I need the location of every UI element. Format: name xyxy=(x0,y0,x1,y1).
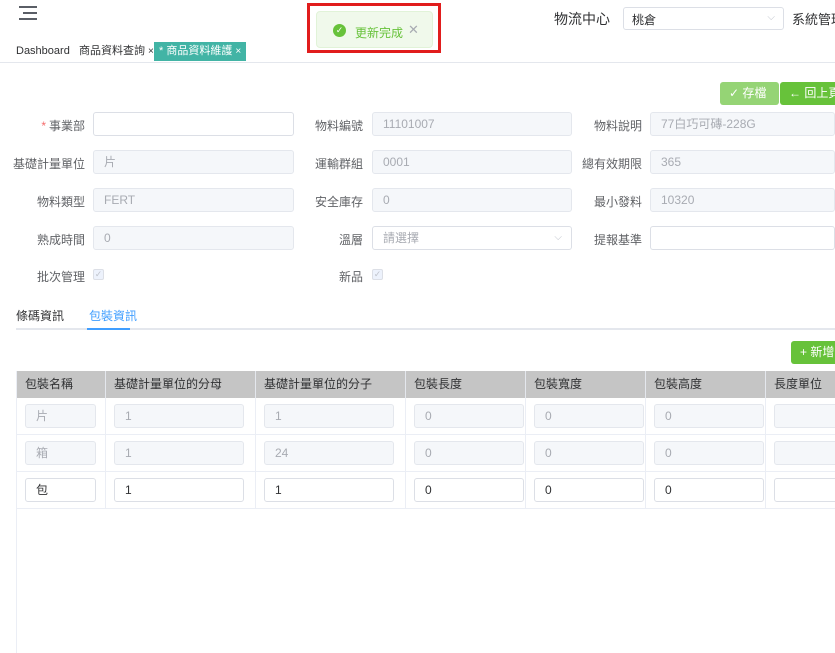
report-basis-label: 提報基準 xyxy=(593,233,642,247)
division-label: * 事業部 xyxy=(41,119,85,133)
toast-message: 更新完成 xyxy=(355,26,404,40)
material-no-label: 物料編號 xyxy=(314,119,363,133)
column-header: 基礎計量單位的分子 xyxy=(256,371,406,398)
material-type-input: FERT xyxy=(93,188,294,212)
warehouse-select-value: 桃倉 xyxy=(632,13,657,27)
tag-product-query-label: 商品資料查詢 xyxy=(79,45,145,57)
new-product-label: 新品 xyxy=(338,270,363,284)
safety-stock-label: 安全庫存 xyxy=(314,195,363,209)
package-name-input: 片 xyxy=(25,404,96,428)
tag-product-query[interactable]: 商品資料查詢 × xyxy=(74,42,159,61)
tab-active-indicator xyxy=(87,328,130,330)
add-row-button-label: 新增 xyxy=(810,345,835,359)
report-basis-input[interactable] xyxy=(650,226,835,250)
ripening-time-input: 0 xyxy=(93,226,294,250)
height-input: 0 xyxy=(654,441,764,465)
column-header: 包裝寬度 xyxy=(526,371,646,398)
width-input[interactable]: 0 xyxy=(534,478,644,502)
height-input: 0 xyxy=(654,404,764,428)
division-input[interactable] xyxy=(93,112,294,136)
tabs-divider xyxy=(16,328,835,330)
length-unit-input xyxy=(774,404,835,428)
material-type-label: 物料類型 xyxy=(36,195,85,209)
tag-close-icon[interactable]: × xyxy=(235,46,241,57)
total-shelf-life-input: 365 xyxy=(650,150,835,174)
chevron-down-icon: ⌵ xyxy=(767,12,775,23)
numerator-input: 1 xyxy=(264,404,394,428)
length-unit-input xyxy=(774,441,835,465)
package-name-input[interactable]: 包 xyxy=(25,478,96,502)
save-button-label: 存檔 xyxy=(742,86,767,100)
column-header: 基礎計量單位的分母 xyxy=(106,371,256,398)
add-row-button[interactable]: + 新增 xyxy=(791,341,835,364)
numerator-input: 24 xyxy=(264,441,394,465)
length-input[interactable]: 0 xyxy=(414,478,524,502)
back-button-label: 回上頁 xyxy=(804,86,835,100)
column-header: 包裝長度 xyxy=(406,371,526,398)
min-issue-input: 10320 xyxy=(650,188,835,212)
temperature-layer-select[interactable]: 請選擇 ⌵ xyxy=(372,226,572,250)
length-input: 0 xyxy=(414,441,524,465)
transport-group-input: 0001 xyxy=(372,150,572,174)
total-shelf-life-label: 總有效期限 xyxy=(581,157,642,171)
packaging-table: 包裝名稱 基礎計量單位的分母 基礎計量單位的分子 包裝長度 包裝寬度 包裝高度 … xyxy=(16,371,835,653)
denominator-input[interactable]: 1 xyxy=(114,478,244,502)
tag-dashboard-label: Dashboard xyxy=(16,45,70,57)
tab-barcode-info[interactable]: 條碼資訊 xyxy=(16,307,64,324)
column-header: 包裝高度 xyxy=(646,371,766,398)
column-header: 包裝名稱 xyxy=(17,371,106,398)
transport-group-label: 運輸群組 xyxy=(314,157,363,171)
warehouse-select[interactable]: 桃倉 ⌵ xyxy=(623,7,784,30)
tag-dashboard[interactable]: Dashboard xyxy=(11,42,75,61)
table-header: 包裝名稱 基礎計量單位的分母 基礎計量單位的分子 包裝長度 包裝寬度 包裝高度 … xyxy=(17,371,835,398)
plus-icon: + xyxy=(800,345,808,359)
table-row: 箱 1 24 0 0 0 xyxy=(17,435,835,472)
height-input[interactable]: 0 xyxy=(654,478,764,502)
min-issue-label: 最小發料 xyxy=(593,195,642,209)
length-input: 0 xyxy=(414,404,524,428)
success-toast: ✓ 更新完成 ✕ xyxy=(316,11,433,48)
ripening-time-label: 熟成時間 xyxy=(36,233,85,247)
chevron-down-icon: ⌵ xyxy=(554,232,562,243)
logistics-center-label: 物流中心 xyxy=(554,11,610,27)
material-desc-input: 77白巧可磚-228G xyxy=(650,112,835,136)
temperature-layer-placeholder: 請選擇 xyxy=(383,231,420,245)
length-unit-input[interactable] xyxy=(774,478,835,502)
page: 物流中心 桃倉 ⌵ 系統管理 Dashboard 商品資料查詢× * 商品資料維… xyxy=(0,0,835,653)
base-unit-label: 基礎計量單位 xyxy=(12,157,85,171)
column-header: 長度單位 xyxy=(774,377,823,391)
tag-close-icon[interactable]: × xyxy=(148,46,154,57)
temperature-layer-label: 溫層 xyxy=(338,233,363,247)
check-icon: ✓ xyxy=(729,86,740,100)
tab-packaging-info[interactable]: 包裝資訊 xyxy=(89,307,137,324)
width-input: 0 xyxy=(534,441,644,465)
denominator-input: 1 xyxy=(114,404,244,428)
material-no-input: 11101007 xyxy=(372,112,572,136)
material-desc-label: 物料說明 xyxy=(593,119,642,133)
arrow-left-icon: ← xyxy=(789,86,801,100)
batch-mgmt-checkbox[interactable]: ✓ xyxy=(93,269,104,280)
tag-product-maintenance-label: * 商品資料維護 xyxy=(159,45,233,57)
numerator-input[interactable]: 1 xyxy=(264,478,394,502)
check-circle-icon: ✓ xyxy=(333,24,346,37)
package-name-input: 箱 xyxy=(25,441,96,465)
new-product-checkbox[interactable]: ✓ xyxy=(372,269,383,280)
base-unit-input: 片 xyxy=(93,150,294,174)
table-row: 包 1 1 0 0 0 xyxy=(17,472,835,509)
close-icon[interactable]: ✕ xyxy=(408,22,419,38)
save-button[interactable]: ✓ 存檔 xyxy=(720,82,779,105)
width-input: 0 xyxy=(534,404,644,428)
batch-mgmt-label: 批次管理 xyxy=(36,270,85,284)
safety-stock-input: 0 xyxy=(372,188,572,212)
hamburger-menu-icon[interactable] xyxy=(19,6,37,22)
tag-product-maintenance[interactable]: * 商品資料維護 × xyxy=(154,42,247,61)
back-button[interactable]: ← 回上頁 xyxy=(780,82,835,105)
system-management-menu[interactable]: 系統管理 xyxy=(792,9,835,28)
denominator-input: 1 xyxy=(114,441,244,465)
table-row: 片 1 1 0 0 0 xyxy=(17,398,835,435)
